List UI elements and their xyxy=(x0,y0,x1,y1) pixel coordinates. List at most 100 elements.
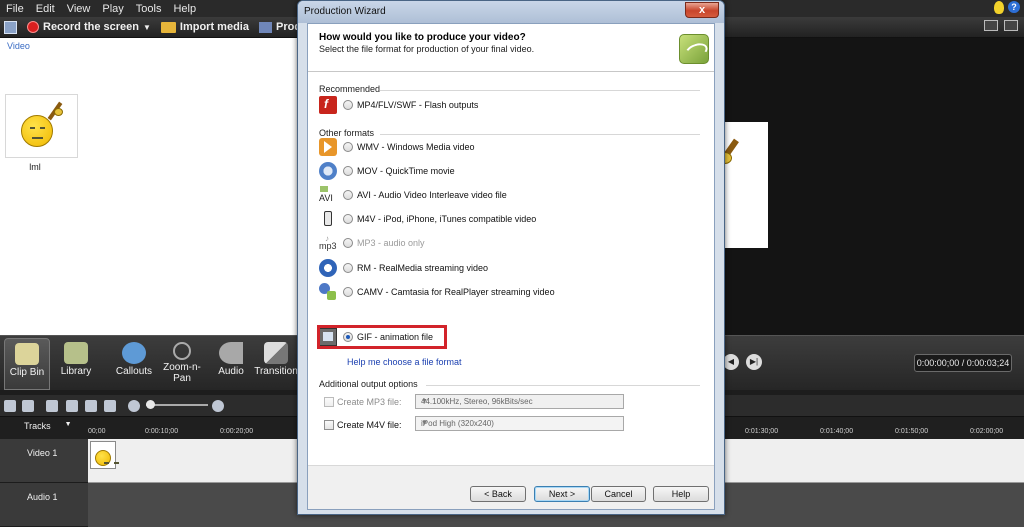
quicktime-icon xyxy=(319,162,337,180)
chevron-down-icon: ▼ xyxy=(64,421,72,428)
mp3-settings-dropdown[interactable]: 44.100kHz, Stereo, 96kBits/sec ▼ xyxy=(415,394,624,409)
zoom-slider-track[interactable] xyxy=(146,404,208,406)
record-screen-button[interactable]: Record the screen ▼ xyxy=(27,21,151,33)
format-radio-rm[interactable] xyxy=(343,263,353,273)
create-mp3-checkbox[interactable] xyxy=(324,397,334,407)
dialog-title: Production Wizard xyxy=(304,6,386,17)
save-icon[interactable] xyxy=(4,20,17,34)
folder-icon xyxy=(160,21,176,33)
tab-audio[interactable]: Audio xyxy=(208,338,254,390)
menu-tools[interactable]: Tools xyxy=(130,3,168,15)
menu-play[interactable]: Play xyxy=(96,3,129,15)
format-label: AVI - Audio Video Interleave video file xyxy=(357,190,507,200)
format-option-m4v[interactable]: M4V - iPod, iPhone, iTunes compatible vi… xyxy=(319,208,699,230)
back-button[interactable]: < Back xyxy=(470,486,526,502)
format-option-wmv[interactable]: WMV - Windows Media video xyxy=(319,136,699,158)
cancel-button[interactable]: Cancel xyxy=(591,486,646,502)
record-icon xyxy=(27,21,39,33)
tab-library[interactable]: Library xyxy=(54,338,98,390)
help-icon[interactable]: ? xyxy=(1008,1,1020,13)
tab-zoom-n-pan[interactable]: Zoom-n- Pan xyxy=(160,338,204,390)
undo-icon[interactable] xyxy=(4,400,16,412)
dialog-titlebar[interactable]: Production Wizard xyxy=(298,1,724,23)
format-radio-wmv[interactable] xyxy=(343,142,353,152)
callout-icon xyxy=(122,342,146,364)
smiley-icon xyxy=(21,115,53,147)
rewind-button[interactable]: ◀ xyxy=(723,354,739,370)
format-option-rm[interactable]: RM - RealMedia streaming video xyxy=(319,257,699,279)
help-choose-format-link[interactable]: Help me choose a file format xyxy=(347,357,462,367)
tab-label: Zoom-n- Pan xyxy=(163,362,201,384)
redo-icon[interactable] xyxy=(22,400,34,412)
tracks-button[interactable]: Tracks ▼ xyxy=(4,421,72,431)
menu-view[interactable]: View xyxy=(61,3,97,15)
tab-label: Transition xyxy=(254,366,298,377)
format-option-avi[interactable]: AVI AVI - Audio Video Interleave video f… xyxy=(319,184,699,206)
format-radio-mov[interactable] xyxy=(343,166,353,176)
chevron-down-icon: ▼ xyxy=(142,22,151,32)
create-m4v-checkbox[interactable] xyxy=(324,420,334,430)
tips-bulb-icon[interactable] xyxy=(994,1,1004,14)
dialog-header: How would you like to produce your video… xyxy=(308,24,714,72)
ruler-label: 0:01:50;00 xyxy=(895,428,929,435)
format-label: MOV - QuickTime movie xyxy=(357,166,455,176)
chevron-down-icon: ▼ xyxy=(421,420,428,427)
format-label: MP4/FLV/SWF - Flash outputs xyxy=(357,100,479,110)
menu-file[interactable]: File xyxy=(0,3,30,15)
format-option-camv[interactable]: CAMV - Camtasia for RealPlayer streaming… xyxy=(319,281,699,303)
tab-callouts[interactable]: Callouts xyxy=(110,338,158,390)
create-m4v-label: Create M4V file: xyxy=(337,420,402,430)
format-option-mp3[interactable]: ♪ mp3 MP3 - audio only xyxy=(319,232,699,254)
dialog-subtitle: Select the file format for production of… xyxy=(319,44,535,54)
avi-icon: AVI xyxy=(319,186,337,204)
close-button[interactable]: x xyxy=(685,2,719,18)
next-button[interactable]: Next > xyxy=(534,486,590,502)
wmv-icon xyxy=(319,138,337,156)
produce-icon xyxy=(258,21,272,33)
chevron-down-icon: ▼ xyxy=(421,398,428,405)
import-media-button[interactable]: Import media xyxy=(160,21,249,33)
track-label-audio[interactable]: Audio 1 xyxy=(0,483,88,527)
format-radio-camv[interactable] xyxy=(343,287,353,297)
ruler-label: 00;00 xyxy=(88,428,106,435)
camv-icon xyxy=(319,283,337,301)
next-clip-button[interactable]: ▶| xyxy=(746,354,762,370)
clip-thumbnail[interactable] xyxy=(5,94,78,158)
tab-transitions[interactable]: Transition xyxy=(254,338,298,390)
menu-edit[interactable]: Edit xyxy=(30,3,61,15)
split-icon[interactable] xyxy=(104,400,116,412)
section-recommended: Recommended xyxy=(319,84,381,94)
format-radio-avi[interactable] xyxy=(343,190,353,200)
menu-help[interactable]: Help xyxy=(167,3,202,15)
format-radio-mp3[interactable] xyxy=(343,238,353,248)
zoom-slider-handle[interactable] xyxy=(146,400,155,409)
zoom-in-icon[interactable] xyxy=(212,400,224,412)
divider xyxy=(380,134,700,135)
fullscreen-icon[interactable] xyxy=(984,20,998,31)
import-label: Import media xyxy=(179,21,249,33)
cut-icon[interactable] xyxy=(46,400,58,412)
ruler-label: 0:02:00;00 xyxy=(970,428,1004,435)
section-additional-options: Additional output options xyxy=(319,379,418,389)
timeline-clip[interactable] xyxy=(90,441,119,469)
create-mp3-label: Create MP3 file: xyxy=(337,397,402,407)
detach-icon[interactable] xyxy=(1004,20,1018,31)
flash-icon: f xyxy=(319,96,337,114)
paste-icon[interactable] xyxy=(85,400,97,412)
format-label: WMV - Windows Media video xyxy=(357,142,475,152)
clip-bin-header: Video xyxy=(7,41,30,51)
tab-label: Clip Bin xyxy=(9,367,45,378)
m4v-settings-dropdown[interactable]: iPod High (320x240) ▼ xyxy=(415,416,624,431)
format-radio-mp4[interactable] xyxy=(343,100,353,110)
format-radio-m4v[interactable] xyxy=(343,214,353,224)
format-option-mov[interactable]: MOV - QuickTime movie xyxy=(319,160,699,182)
help-button[interactable]: Help xyxy=(653,486,709,502)
tab-clip-bin[interactable]: Clip Bin xyxy=(4,338,50,390)
clip-bin-icon xyxy=(15,343,39,365)
track-label-video[interactable]: Video 1 xyxy=(0,439,88,483)
ruler-label: 0:00:10;00 xyxy=(145,428,179,435)
zoom-out-icon[interactable] xyxy=(128,400,140,412)
magnifier-icon xyxy=(173,342,191,360)
format-option-mp4[interactable]: f MP4/FLV/SWF - Flash outputs xyxy=(319,94,699,116)
copy-icon[interactable] xyxy=(66,400,78,412)
